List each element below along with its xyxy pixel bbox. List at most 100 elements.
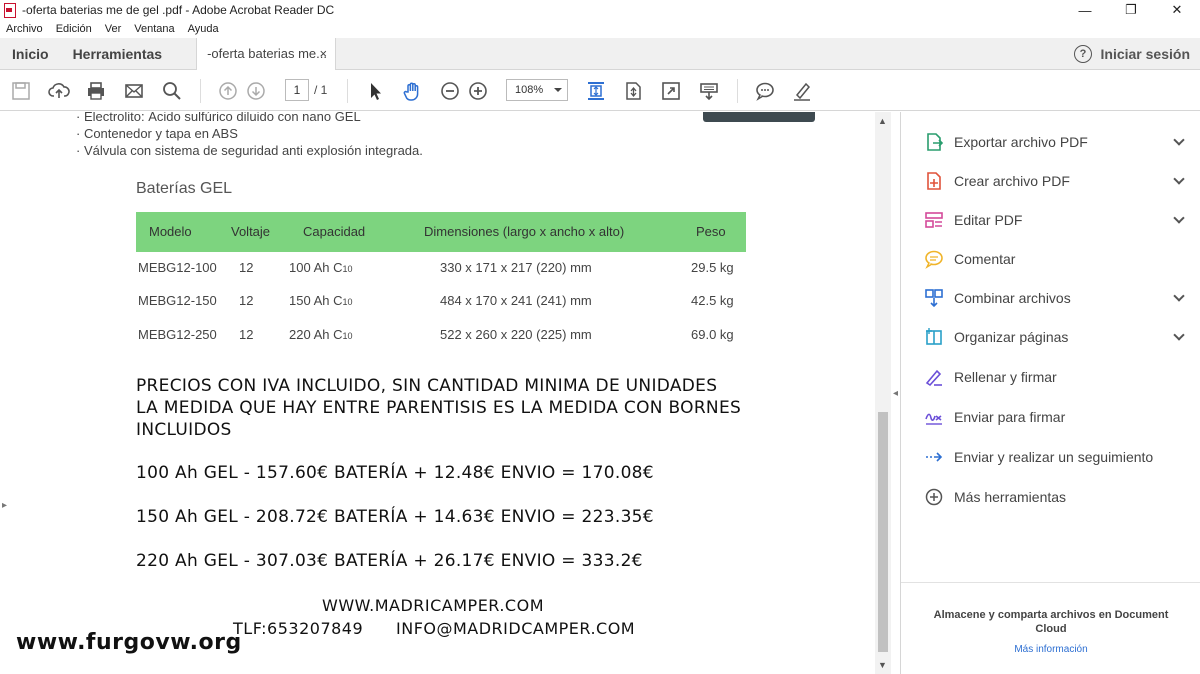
window-controls: — ❐ ✕: [1062, 0, 1200, 20]
more-info-link[interactable]: Más información: [923, 644, 1179, 655]
feature-item: · Contenedor y tapa en ABS: [76, 126, 238, 141]
document-cloud-text: Almacene y comparta archivos en Document…: [933, 609, 1169, 635]
select-pointer-icon[interactable]: [363, 79, 387, 103]
cell-dimensions: 522 x 260 x 220 (225) mm: [440, 327, 592, 342]
document-view[interactable]: · Electrolito: Ácido sulfúrico diluido c…: [0, 112, 875, 674]
email-icon[interactable]: [122, 79, 146, 103]
tool-comment[interactable]: Comentar: [923, 247, 1183, 271]
cell-weight: 69.0 kg: [691, 327, 734, 342]
cell-voltage: 12: [239, 327, 254, 342]
left-panel-toggle-icon[interactable]: ▸: [2, 500, 7, 511]
hand-tool-icon[interactable]: [400, 79, 424, 103]
pdf-file-icon: [4, 3, 16, 18]
chevron-down-icon[interactable]: [1173, 173, 1185, 185]
cell-weight: 42.5 kg: [691, 293, 734, 308]
previous-page-icon[interactable]: [216, 79, 240, 103]
scrollbar-thumb[interactable]: [878, 412, 888, 652]
cell-dimensions: 330 x 171 x 217 (220) mm: [440, 260, 592, 275]
tool-label: Editar PDF: [954, 212, 1023, 228]
price-line: 150 Ah GEL - 208.72€ BATERÍA + 14.63€ EN…: [136, 507, 654, 527]
menu-archivo[interactable]: Archivo: [6, 23, 43, 35]
feature-list: · Electrolito: Ácido sulfúrico diluido c…: [76, 112, 423, 159]
column-header-voltage: Voltaje: [231, 224, 271, 239]
tools-pane: Exportar archivo PDF Crear archivo PDF E…: [901, 112, 1200, 674]
cell-capacity: 100 Ah C10: [289, 260, 353, 275]
minimize-button[interactable]: —: [1062, 0, 1108, 20]
tab-document[interactable]: -oferta baterias me... ×: [196, 37, 337, 70]
website-text: WWW.MADRICAMPER.COM: [322, 596, 544, 615]
help-icon[interactable]: ?: [1074, 45, 1092, 63]
menu-ventana[interactable]: Ventana: [134, 23, 174, 35]
capacity-value: 150 Ah C: [289, 293, 343, 308]
zoom-in-icon[interactable]: [466, 79, 490, 103]
full-screen-icon[interactable]: [659, 79, 683, 103]
document-tab-label: -oferta baterias me...: [207, 46, 328, 61]
tab-inicio[interactable]: Inicio: [12, 46, 49, 62]
tool-send-sign[interactable]: Enviar para firmar: [923, 405, 1183, 429]
print-icon[interactable]: [84, 79, 108, 103]
fill-sign-icon: [923, 366, 945, 388]
cell-dimensions: 484 x 170 x 241 (241) mm: [440, 293, 592, 308]
chevron-down-icon[interactable]: [1173, 134, 1185, 146]
scroll-down-icon[interactable]: ▼: [878, 660, 887, 670]
tool-send-track[interactable]: Enviar y realizar un seguimiento: [923, 445, 1183, 469]
tool-create-pdf[interactable]: Crear archivo PDF: [923, 169, 1185, 193]
read-mode-icon[interactable]: [697, 79, 721, 103]
notice-line: INCLUIDOS: [136, 420, 232, 440]
search-icon[interactable]: [160, 79, 184, 103]
zoom-out-icon[interactable]: [438, 79, 462, 103]
tool-export-pdf[interactable]: Exportar archivo PDF: [923, 130, 1185, 154]
toolbar-divider: [737, 79, 738, 103]
page-number-input[interactable]: 1: [285, 79, 309, 101]
menu-edicion[interactable]: Edición: [56, 23, 92, 35]
notice-line: PRECIOS CON IVA INCLUIDO, SIN CANTIDAD M…: [136, 376, 718, 396]
divider: [901, 582, 1200, 583]
table-row: MEBG12-250 12 220 Ah C10 522 x 260 x 220…: [136, 327, 746, 347]
tool-more-tools[interactable]: Más herramientas: [923, 485, 1183, 509]
tab-herramientas[interactable]: Herramientas: [73, 46, 163, 62]
tool-organize-pages[interactable]: Organizar páginas: [923, 325, 1185, 349]
close-tab-icon[interactable]: ×: [319, 46, 327, 61]
cell-weight: 29.5 kg: [691, 260, 734, 275]
tool-combine-files[interactable]: Combinar archivos: [923, 286, 1185, 310]
right-panel-toggle-icon[interactable]: ◂: [893, 388, 898, 399]
watermark-text: www.furgovw.org: [16, 630, 242, 655]
tool-label: Más herramientas: [954, 489, 1067, 505]
highlight-pen-icon[interactable]: [790, 79, 814, 103]
comment-icon[interactable]: [753, 79, 777, 103]
capacity-value: 220 Ah C: [289, 327, 343, 342]
chevron-down-icon[interactable]: [1173, 290, 1185, 302]
menu-ayuda[interactable]: Ayuda: [188, 23, 219, 35]
page-total: / 1: [314, 83, 328, 97]
signin-button[interactable]: Iniciar sesión: [1101, 46, 1190, 62]
page-graphic: [703, 112, 815, 122]
zoom-level-select[interactable]: 108%: [506, 79, 568, 101]
upload-cloud-icon[interactable]: [47, 79, 71, 103]
tool-label: Crear archivo PDF: [954, 173, 1070, 189]
maximize-button[interactable]: ❐: [1108, 0, 1154, 20]
chevron-down-icon[interactable]: [1173, 212, 1185, 224]
tool-fill-sign[interactable]: Rellenar y firmar: [923, 365, 1183, 389]
fit-page-icon[interactable]: [584, 79, 608, 103]
more-tools-icon: [923, 486, 945, 508]
zoom-level-value: 108%: [515, 84, 544, 96]
close-window-button[interactable]: ✕: [1154, 0, 1200, 20]
column-header-model: Modelo: [149, 224, 192, 239]
column-header-capacity: Capacidad: [303, 224, 366, 239]
cell-model: MEBG12-100: [138, 260, 217, 275]
cell-capacity: 150 Ah C10: [289, 293, 353, 308]
send-track-icon: [923, 446, 945, 468]
menu-ver[interactable]: Ver: [105, 23, 122, 35]
toolbar-divider: [347, 79, 348, 103]
tool-edit-pdf[interactable]: Editar PDF: [923, 208, 1185, 232]
vertical-scrollbar[interactable]: ▲ ▼: [875, 112, 891, 674]
scroll-up-icon[interactable]: ▲: [878, 116, 887, 126]
scroll-mode-icon[interactable]: [621, 79, 645, 103]
capacity-subscript: 10: [342, 331, 353, 341]
chevron-down-icon[interactable]: [1173, 329, 1185, 341]
capacity-subscript: 10: [342, 264, 353, 274]
price-line: 100 Ah GEL - 157.60€ BATERÍA + 12.48€ EN…: [136, 463, 654, 483]
save-icon[interactable]: [9, 79, 33, 103]
next-page-icon[interactable]: [244, 79, 268, 103]
table-row: MEBG12-100 12 100 Ah C10 330 x 171 x 217…: [136, 260, 746, 280]
